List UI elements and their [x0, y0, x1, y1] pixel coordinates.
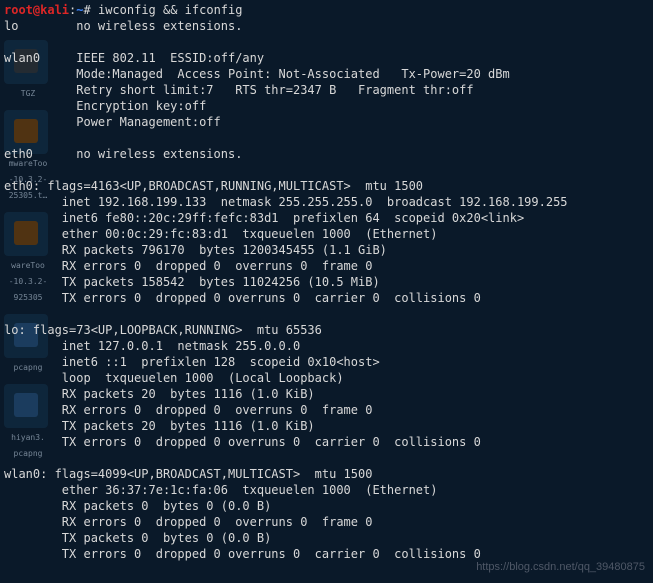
- ifconfig-wlan0-line: TX errors 0 dropped 0 overruns 0 carrier…: [4, 547, 481, 561]
- terminal[interactable]: root@kali:~# iwconfig && ifconfig lo no …: [0, 0, 653, 564]
- ifconfig-wlan0-line: ether 36:37:7e:1c:fa:06 txqueuelen 1000 …: [4, 483, 437, 497]
- prompt-path: ~: [76, 3, 83, 17]
- ifconfig-lo-line: RX errors 0 dropped 0 overruns 0 frame 0: [4, 403, 372, 417]
- iwconfig-eth0: eth0 no wireless extensions.: [4, 147, 242, 161]
- ifconfig-lo-line: RX packets 20 bytes 1116 (1.0 KiB): [4, 387, 315, 401]
- iwconfig-wlan0-line: Mode:Managed Access Point: Not-Associate…: [4, 67, 510, 81]
- ifconfig-eth0-line: eth0: flags=4163<UP,BROADCAST,RUNNING,MU…: [4, 179, 423, 193]
- prompt-hash: #: [84, 3, 91, 17]
- ifconfig-lo-line: TX errors 0 dropped 0 overruns 0 carrier…: [4, 435, 481, 449]
- iwconfig-lo: lo no wireless extensions.: [4, 19, 242, 33]
- ifconfig-eth0-line: TX packets 158542 bytes 11024256 (10.5 M…: [4, 275, 380, 289]
- ifconfig-eth0-line: inet 192.168.199.133 netmask 255.255.255…: [4, 195, 568, 209]
- ifconfig-wlan0-line: TX packets 0 bytes 0 (0.0 B): [4, 531, 271, 545]
- ifconfig-eth0-line: RX packets 796170 bytes 1200345455 (1.1 …: [4, 243, 387, 257]
- ifconfig-eth0-line: TX errors 0 dropped 0 overruns 0 carrier…: [4, 291, 481, 305]
- ifconfig-lo-line: loop txqueuelen 1000 (Local Loopback): [4, 371, 344, 385]
- ifconfig-lo-line: TX packets 20 bytes 1116 (1.0 KiB): [4, 419, 315, 433]
- ifconfig-lo-line: inet6 ::1 prefixlen 128 scopeid 0x10<hos…: [4, 355, 380, 369]
- command-text: iwconfig && ifconfig: [98, 3, 243, 17]
- ifconfig-wlan0-line: RX errors 0 dropped 0 overruns 0 frame 0: [4, 515, 372, 529]
- watermark: https://blog.csdn.net/qq_39480875: [476, 559, 645, 575]
- ifconfig-wlan0-line: RX packets 0 bytes 0 (0.0 B): [4, 499, 271, 513]
- ifconfig-wlan0-line: wlan0: flags=4099<UP,BROADCAST,MULTICAST…: [4, 467, 372, 481]
- iwconfig-wlan0-line: Encryption key:off: [4, 99, 206, 113]
- prompt-user: root@kali: [4, 3, 69, 17]
- iwconfig-wlan0-line: wlan0 IEEE 802.11 ESSID:off/any: [4, 51, 264, 65]
- ifconfig-lo-line: lo: flags=73<UP,LOOPBACK,RUNNING> mtu 65…: [4, 323, 322, 337]
- iwconfig-wlan0-line: Power Management:off: [4, 115, 221, 129]
- iwconfig-wlan0-line: Retry short limit:7 RTS thr=2347 B Fragm…: [4, 83, 474, 97]
- ifconfig-eth0-line: inet6 fe80::20c:29ff:fefc:83d1 prefixlen…: [4, 211, 524, 225]
- ifconfig-eth0-line: RX errors 0 dropped 0 overruns 0 frame 0: [4, 259, 372, 273]
- ifconfig-eth0-line: ether 00:0c:29:fc:83:d1 txqueuelen 1000 …: [4, 227, 437, 241]
- ifconfig-lo-line: inet 127.0.0.1 netmask 255.0.0.0: [4, 339, 300, 353]
